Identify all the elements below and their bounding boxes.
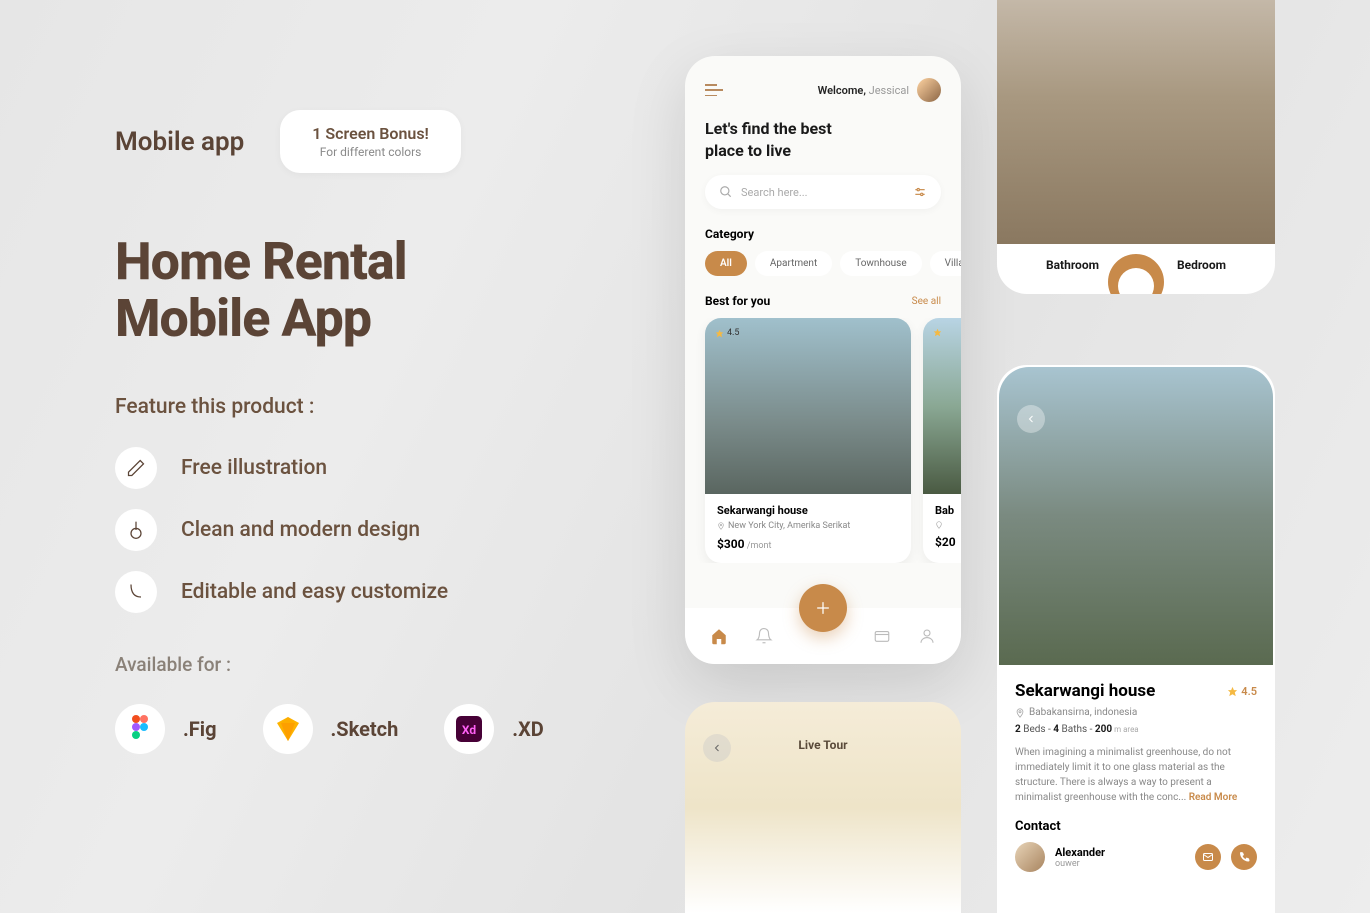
card-location xyxy=(935,521,961,529)
chevron-left-icon xyxy=(711,742,723,754)
room-bathroom[interactable]: Bathroom xyxy=(1046,258,1099,272)
feature-item: Free illustration xyxy=(115,447,595,489)
contact-label: Contact xyxy=(1015,819,1257,834)
property-image xyxy=(923,318,961,494)
card-location: New York City, Amerika Serikat xyxy=(717,521,899,531)
card-price: $300 /mont xyxy=(717,537,899,551)
sketch-icon xyxy=(263,704,313,754)
plus-icon xyxy=(813,598,833,618)
contact-name: Alexander xyxy=(1055,846,1185,859)
section-title: Best for you xyxy=(705,294,770,308)
available-label: Available for : xyxy=(115,653,595,676)
card-price: $20 xyxy=(935,535,961,549)
feature-item: Clean and modern design xyxy=(115,509,595,551)
search-placeholder: Search here... xyxy=(741,186,905,199)
feature-text: Clean and modern design xyxy=(181,518,420,542)
property-image: 4.5 xyxy=(705,318,911,494)
format-xd: Xd .XD xyxy=(444,704,544,754)
welcome-text: Welcome, Jessical xyxy=(818,84,909,97)
avatar[interactable] xyxy=(917,78,941,102)
property-detail-screen: Sekarwangi house 4.5 Babakansirna, indon… xyxy=(997,365,1275,913)
property-hero-image xyxy=(999,367,1273,665)
contact-avatar xyxy=(1015,842,1045,872)
hero-title: Home RentalMobile App xyxy=(115,233,595,347)
star-icon xyxy=(933,328,942,337)
back-button[interactable] xyxy=(1017,405,1045,433)
live-tour-screen: Live Tour xyxy=(685,702,961,913)
rating-badge: 4.5 xyxy=(715,328,740,338)
property-title: Sekarwangi house xyxy=(1015,681,1155,701)
figma-icon xyxy=(115,704,165,754)
palette-icon xyxy=(115,509,157,551)
pin-icon xyxy=(717,522,725,530)
property-card[interactable]: Bab $20 xyxy=(923,318,961,563)
page-headline: Let's find the bestplace to live xyxy=(685,118,961,161)
interior-image xyxy=(997,0,1275,244)
tour-title: Live Tour xyxy=(798,738,847,752)
feature-item: Editable and easy customize xyxy=(115,571,595,613)
search-icon xyxy=(719,185,733,199)
property-description: When imagining a minimalist greenhouse, … xyxy=(1015,745,1257,805)
see-all-link[interactable]: See all xyxy=(912,296,941,307)
pin-icon xyxy=(935,521,943,529)
chip-townhouse[interactable]: Townhouse xyxy=(840,251,921,276)
subtitle: Mobile app xyxy=(115,127,244,157)
pen-icon xyxy=(115,447,157,489)
nav-profile[interactable] xyxy=(917,626,937,646)
chevron-left-icon xyxy=(1025,413,1037,425)
nav-wallet[interactable] xyxy=(872,626,892,646)
chip-villa[interactable]: Villa xyxy=(930,251,961,276)
mail-icon xyxy=(1202,851,1214,863)
property-location: Babakansirna, indonesia xyxy=(1015,707,1257,718)
feature-text: Editable and easy customize xyxy=(181,580,448,604)
phone-icon xyxy=(1238,851,1250,863)
contact-role: ouwer xyxy=(1055,859,1185,869)
call-button[interactable] xyxy=(1231,844,1257,870)
chip-apartment[interactable]: Apartment xyxy=(755,251,832,276)
room-bedroom[interactable]: Bedroom xyxy=(1177,258,1226,272)
property-rating: 4.5 xyxy=(1227,685,1257,698)
feature-text: Free illustration xyxy=(181,456,327,480)
rating-badge xyxy=(933,328,942,337)
selector-knob[interactable] xyxy=(1106,252,1166,294)
filter-icon[interactable] xyxy=(913,185,927,199)
format-figma: .Fig xyxy=(115,704,217,754)
card-title: Sekarwangi house xyxy=(717,504,899,517)
bonus-title: 1 Screen Bonus! xyxy=(312,124,429,143)
star-icon xyxy=(1227,686,1238,697)
back-button[interactable] xyxy=(703,734,731,762)
marketing-panel: Mobile app 1 Screen Bonus! For different… xyxy=(115,110,595,754)
category-label: Category xyxy=(685,227,961,241)
format-sketch: .Sketch xyxy=(263,704,399,754)
bonus-subtitle: For different colors xyxy=(312,145,429,159)
read-more-link[interactable]: Read More xyxy=(1189,792,1238,803)
detail-fragment: Bathroom Bedroom xyxy=(997,0,1275,294)
chip-all[interactable]: All xyxy=(705,251,747,276)
pin-icon xyxy=(1015,708,1025,718)
phone-home-screen: Welcome, Jessical Let's find the bestpla… xyxy=(685,56,961,664)
leaf-icon xyxy=(115,571,157,613)
xd-icon: Xd xyxy=(444,704,494,754)
nav-notifications[interactable] xyxy=(754,626,774,646)
star-icon xyxy=(715,329,724,338)
property-stats: 2 Beds - 4 Baths - 200 m area xyxy=(1015,724,1257,735)
menu-icon[interactable] xyxy=(705,84,723,96)
add-button[interactable] xyxy=(799,584,847,632)
card-title: Bab xyxy=(935,504,961,517)
search-input[interactable]: Search here... xyxy=(705,175,941,209)
bonus-pill: 1 Screen Bonus! For different colors xyxy=(280,110,461,173)
nav-home[interactable] xyxy=(709,626,729,646)
email-button[interactable] xyxy=(1195,844,1221,870)
feature-label: Feature this product : xyxy=(115,395,595,419)
property-card[interactable]: 4.5 Sekarwangi house New York City, Amer… xyxy=(705,318,911,563)
svg-text:Xd: Xd xyxy=(462,723,476,737)
